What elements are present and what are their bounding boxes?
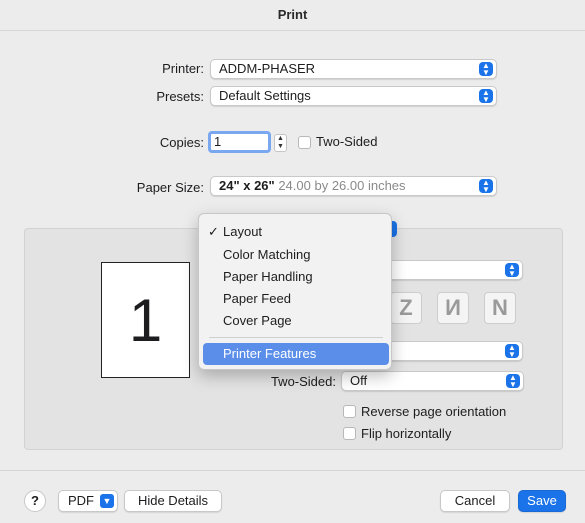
layout-two-sided-label: Two-Sided: bbox=[270, 374, 336, 389]
chevron-updown-icon: ▲ ▼ bbox=[505, 344, 519, 359]
flip-horizontally-checkbox[interactable] bbox=[343, 427, 356, 440]
copies-stepper[interactable]: ▲ ▼ bbox=[274, 134, 287, 152]
copies-label: Copies: bbox=[159, 135, 204, 150]
paper-size-label: Paper Size: bbox=[136, 180, 204, 195]
menu-item-layout[interactable]: ✓ Layout bbox=[199, 221, 391, 243]
copies-value: 1 bbox=[214, 134, 222, 149]
menu-separator bbox=[209, 337, 383, 338]
paper-size-popup[interactable]: 24" x 26" 24.00 by 26.00 inches ▲ ▼ bbox=[210, 176, 497, 196]
menu-item-label: Paper Handling bbox=[223, 269, 313, 284]
layout-two-sided-value: Off bbox=[350, 373, 368, 388]
reverse-orientation-label: Reverse page orientation bbox=[361, 404, 507, 419]
save-button[interactable]: Save bbox=[518, 490, 566, 512]
menu-item-paper-feed[interactable]: Paper Feed bbox=[199, 288, 391, 310]
presets-label: Presets: bbox=[156, 89, 204, 104]
menu-item-color-matching[interactable]: Color Matching bbox=[199, 244, 391, 266]
menu-item-label: Printer Features bbox=[223, 346, 317, 361]
page-preview: 1 bbox=[101, 262, 190, 378]
two-sided-checkbox[interactable] bbox=[298, 136, 311, 149]
section-menu: ✓ Layout Color Matching Paper Handling P… bbox=[198, 213, 392, 370]
layout-direction-n-icon[interactable]: N bbox=[484, 292, 516, 324]
layout-direction-reverse-n-icon[interactable]: И bbox=[437, 292, 469, 324]
menu-item-label: Paper Feed bbox=[223, 291, 291, 306]
pdf-button[interactable]: PDF ▼ bbox=[58, 490, 118, 512]
menu-item-label: Color Matching bbox=[223, 247, 311, 262]
menu-item-paper-handling[interactable]: Paper Handling bbox=[199, 266, 391, 288]
hide-details-button[interactable]: Hide Details bbox=[124, 490, 222, 512]
pdf-label: PDF bbox=[68, 493, 94, 508]
menu-item-label: Layout bbox=[223, 224, 263, 239]
menu-item-cover-page[interactable]: Cover Page bbox=[199, 310, 391, 332]
printer-label: Printer: bbox=[162, 61, 204, 76]
chevron-updown-icon: ▲ ▼ bbox=[479, 89, 493, 104]
presets-value: Default Settings bbox=[219, 88, 311, 103]
menu-item-printer-features[interactable]: Printer Features bbox=[203, 343, 389, 365]
chevron-updown-icon: ▲ ▼ bbox=[479, 179, 493, 194]
help-button[interactable]: ? bbox=[24, 490, 46, 512]
printer-value: ADDM-PHASER bbox=[219, 61, 316, 76]
checkmark-icon: ✓ bbox=[208, 224, 219, 239]
chevron-updown-icon: ▲ ▼ bbox=[479, 62, 493, 77]
chevron-updown-icon: ▲ ▼ bbox=[505, 263, 519, 278]
paper-size-value: 24" x 26" bbox=[219, 178, 275, 193]
footer-divider bbox=[0, 470, 585, 471]
cancel-button[interactable]: Cancel bbox=[440, 490, 510, 512]
layout-direction-z-icon[interactable]: Z bbox=[390, 292, 422, 324]
reverse-orientation-checkbox[interactable] bbox=[343, 405, 356, 418]
paper-size-detail: 24.00 by 26.00 inches bbox=[278, 178, 406, 193]
chevron-updown-icon: ▲ ▼ bbox=[506, 374, 520, 389]
chevron-down-icon: ▼ bbox=[100, 494, 114, 508]
copies-input[interactable]: 1 bbox=[208, 131, 271, 153]
presets-popup[interactable]: Default Settings ▲ ▼ bbox=[210, 86, 497, 106]
window-title: Print bbox=[0, 0, 585, 31]
layout-two-sided-popup[interactable]: Off ▲ ▼ bbox=[341, 371, 524, 391]
menu-item-label: Cover Page bbox=[223, 313, 292, 328]
printer-popup[interactable]: ADDM-PHASER ▲ ▼ bbox=[210, 59, 497, 79]
flip-horizontally-label: Flip horizontally bbox=[361, 426, 452, 441]
two-sided-label: Two-Sided bbox=[316, 134, 378, 149]
